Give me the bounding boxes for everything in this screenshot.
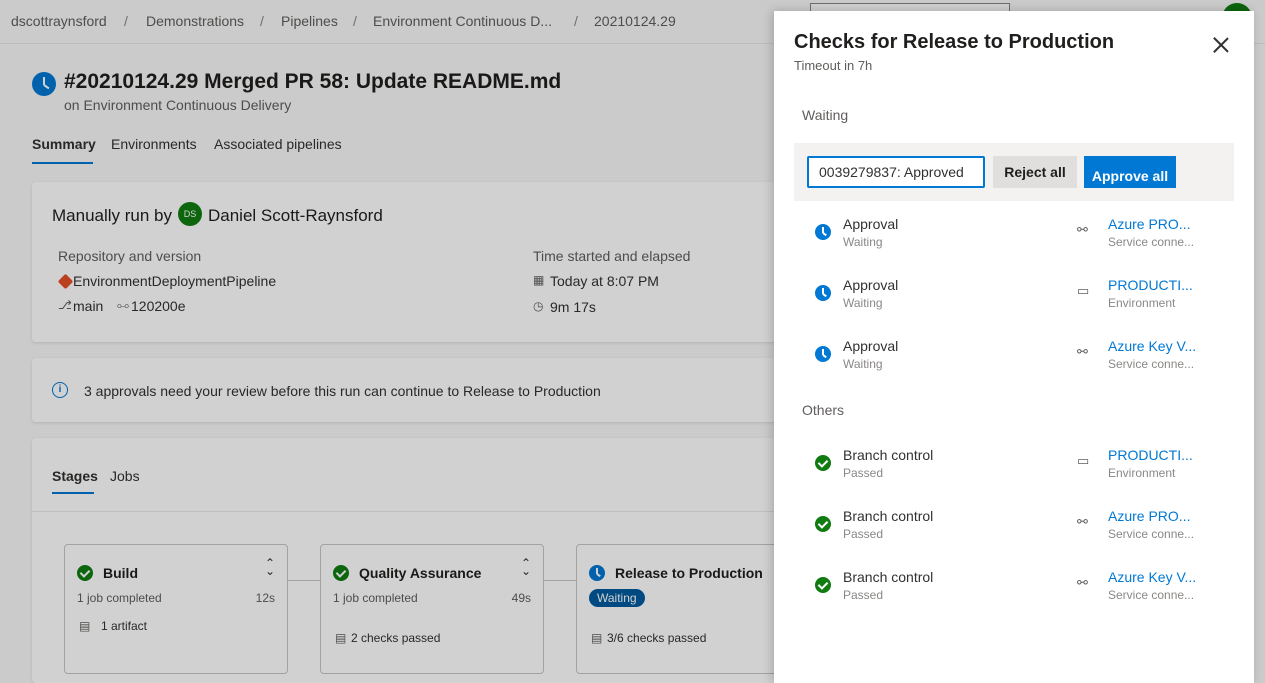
check-row[interactable]: Branch control Passed ⚯ Azure Key V... S… xyxy=(794,563,1234,619)
check-row[interactable]: Approval Waiting ⚯ Azure Key V... Servic… xyxy=(794,332,1234,388)
resource-type: Service conne... xyxy=(1108,235,1195,249)
clock-icon xyxy=(815,224,831,240)
close-icon[interactable] xyxy=(1211,35,1231,55)
check-row[interactable]: Branch control Passed ▭ PRODUCTI... Envi… xyxy=(794,441,1234,497)
resource-link[interactable]: PRODUCTI... xyxy=(1108,277,1193,293)
reject-all-button[interactable]: Reject all xyxy=(993,156,1077,188)
link-icon: ⚯ xyxy=(1077,575,1088,590)
approve-all-button[interactable]: Approve all xyxy=(1084,156,1176,188)
check-status: Waiting xyxy=(843,357,883,371)
resource-type: Service conne... xyxy=(1108,527,1195,541)
check-circle-icon xyxy=(815,516,831,532)
link-icon: ⚯ xyxy=(1077,514,1088,529)
resource-link[interactable]: Azure Key V... xyxy=(1108,338,1196,354)
check-circle-icon xyxy=(815,455,831,471)
check-status: Passed xyxy=(843,527,884,541)
panel-title: Checks for Release to Production xyxy=(794,31,1115,53)
resource-link[interactable]: Azure Key V... xyxy=(1108,569,1196,585)
resource-link[interactable]: Azure PRO... xyxy=(1108,508,1190,524)
check-name: Branch control xyxy=(843,569,934,585)
panel-subtitle: Timeout in 7h xyxy=(794,58,873,73)
link-icon: ⚯ xyxy=(1077,344,1088,359)
comment-input[interactable] xyxy=(807,156,985,188)
check-row[interactable]: Approval Waiting ▭ PRODUCTI... Environme… xyxy=(794,271,1234,327)
resource-type: Service conne... xyxy=(1108,357,1195,371)
resource-type: Environment xyxy=(1108,466,1176,480)
section-header-others: Others xyxy=(802,402,845,418)
approval-action-bar: Reject all Approve all xyxy=(794,143,1234,201)
check-name: Approval xyxy=(843,216,899,232)
server-icon: ▭ xyxy=(1077,283,1090,298)
check-status: Passed xyxy=(843,588,884,602)
check-status: Waiting xyxy=(843,235,883,249)
resource-link[interactable]: PRODUCTI... xyxy=(1108,447,1193,463)
clock-icon xyxy=(815,285,831,301)
server-icon: ▭ xyxy=(1077,453,1090,468)
check-name: Approval xyxy=(843,338,899,354)
check-name: Approval xyxy=(843,277,899,293)
resource-type: Service conne... xyxy=(1108,588,1195,602)
check-status: Waiting xyxy=(843,296,883,310)
resource-type: Environment xyxy=(1108,296,1176,310)
check-name: Branch control xyxy=(843,508,934,524)
check-row[interactable]: Approval Waiting ⚯ Azure PRO... Service … xyxy=(794,210,1234,266)
section-header-waiting: Waiting xyxy=(802,107,849,123)
check-name: Branch control xyxy=(843,447,934,463)
clock-icon xyxy=(815,346,831,362)
checks-panel: Checks for Release to Production Timeout… xyxy=(774,11,1254,683)
check-row[interactable]: Branch control Passed ⚯ Azure PRO... Ser… xyxy=(794,502,1234,558)
check-circle-icon xyxy=(815,577,831,593)
check-status: Passed xyxy=(843,466,884,480)
resource-link[interactable]: Azure PRO... xyxy=(1108,216,1190,232)
link-icon: ⚯ xyxy=(1077,222,1088,237)
